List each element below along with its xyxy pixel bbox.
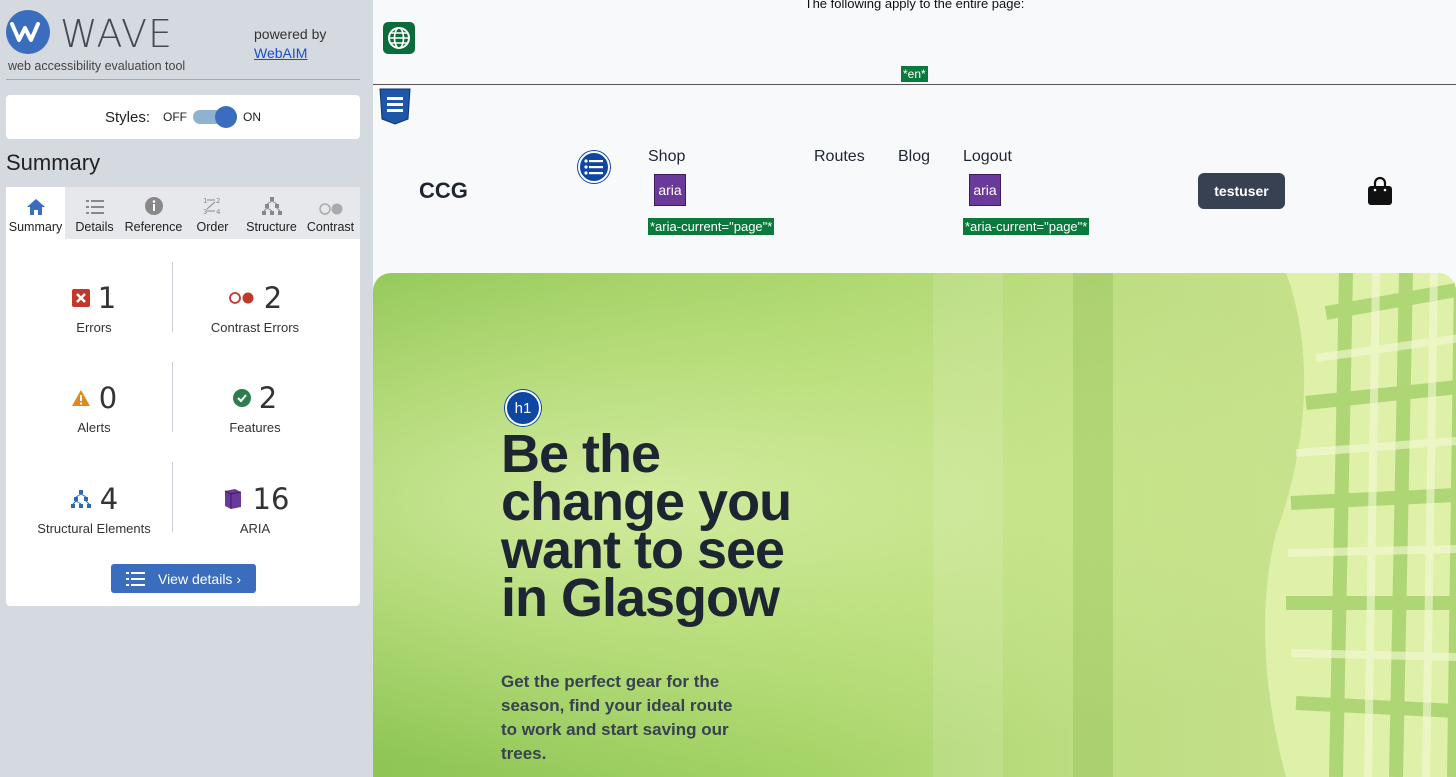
aria-cube-icon [224, 489, 241, 509]
list-icon [125, 571, 145, 586]
toggle-knob[interactable] [215, 106, 237, 128]
aria-badge-icon[interactable]: aria [654, 174, 686, 206]
styles-toggle[interactable] [193, 106, 237, 128]
features-stat[interactable]: 2 Features [172, 381, 338, 435]
contrast-errors-label: Contrast Errors [210, 320, 300, 335]
tab-label: Summary [8, 220, 63, 234]
aria-badge-icon[interactable]: aria [969, 174, 1001, 206]
features-count: 2 [258, 381, 278, 415]
list-icon [85, 200, 104, 214]
document-notice: The following apply to the entire page: [804, 0, 1025, 11]
alerts-label: Alerts [77, 420, 111, 435]
tab-label: Order [196, 220, 229, 234]
home-icon [26, 199, 45, 215]
errors-stat[interactable]: 1 Errors [11, 281, 177, 335]
tab-order[interactable]: 1 2 3 4 Order [183, 187, 242, 239]
view-details-button[interactable]: View details › [111, 564, 256, 593]
styles-off-label: OFF [163, 110, 187, 124]
svg-text:4: 4 [216, 208, 221, 216]
tab-structure[interactable]: Structure [242, 187, 301, 239]
order-icon: 1 2 3 4 [203, 197, 221, 216]
hero-background-shape [1073, 273, 1113, 777]
tab-label: Reference [124, 220, 183, 234]
divider [6, 79, 360, 80]
hero-subtitle: Get the perfect gear for the season, fin… [501, 672, 733, 763]
structure-icon [70, 490, 91, 508]
features-label: Features [229, 420, 281, 435]
alerts-count: 0 [98, 381, 118, 415]
contrast-error-icon [228, 292, 254, 304]
aria-current-tag: *aria-current="page"* [963, 218, 1090, 235]
aria-stat[interactable]: 16 ARIA [172, 482, 338, 536]
nav-shop[interactable]: Shop [648, 148, 685, 166]
summary-heading: Summary [6, 150, 101, 175]
styles-toggle-box: Styles: OFF ON [6, 95, 360, 139]
summary-card: 1 Errors 2 Contrast Errors 0 Alerts 2 Fe… [6, 239, 360, 606]
structural-label: Structural Elements [37, 521, 151, 536]
shopping-bag-icon[interactable] [1365, 176, 1395, 206]
site-brand[interactable]: CCG [419, 178, 468, 204]
hero-background-shape [933, 273, 1003, 777]
globe-icon[interactable] [383, 22, 415, 54]
hero-plaid-shirt-image [1265, 273, 1456, 777]
nav-routes[interactable]: Routes [814, 148, 865, 166]
svg-text:1: 1 [203, 197, 207, 205]
h1-badge-icon[interactable]: h1 [505, 390, 541, 426]
wave-tagline: web accessibility evaluation tool [8, 59, 186, 73]
powered-by-text: powered by [254, 26, 327, 42]
aria-label: ARIA [239, 521, 271, 536]
tab-label: Details [75, 220, 114, 234]
aria-current-tag: *aria-current="page"* [648, 218, 775, 235]
wave-logo-text: WAVE [60, 12, 174, 56]
structure-icon [261, 197, 282, 215]
tab-summary[interactable]: Summary [6, 187, 65, 239]
alerts-stat[interactable]: 0 Alerts [11, 381, 177, 435]
alert-icon [71, 390, 90, 406]
tab-label: Structure [246, 220, 297, 234]
tab-details[interactable]: Details [65, 187, 124, 239]
css-icon[interactable] [378, 88, 412, 125]
user-button[interactable]: testuser [1198, 173, 1285, 209]
feature-check-icon [232, 389, 251, 407]
errors-count: 1 [97, 281, 117, 315]
structural-count: 4 [99, 482, 119, 516]
wave-logo-icon [6, 10, 50, 54]
wave-sidebar: WAVE web accessibility evaluation tool p… [0, 0, 373, 777]
svg-text:2: 2 [216, 197, 220, 205]
tab-reference[interactable]: Reference [124, 187, 183, 239]
wave-tabs: Summary Details Reference 1 2 3 4 Order Str… [6, 187, 360, 239]
error-icon [71, 289, 90, 307]
divider [373, 84, 1456, 85]
list-icon[interactable] [578, 151, 610, 183]
contrast-errors-count: 2 [263, 281, 283, 315]
errors-label: Errors [76, 320, 112, 335]
hero-heading: Be the change you want to see in Glasgow [501, 424, 792, 628]
webaim-link[interactable]: WebAIM [254, 45, 307, 61]
view-details-label: View details › [157, 570, 241, 587]
nav-blog[interactable]: Blog [898, 148, 930, 166]
styles-label: Styles: [104, 108, 150, 126]
svg-text:3: 3 [203, 208, 207, 216]
evaluated-page: The following apply to the entire page: … [373, 0, 1456, 777]
contrast-errors-stat[interactable]: 2 Contrast Errors [172, 281, 338, 335]
lang-tag: *en* [901, 66, 928, 82]
contrast-icon [318, 203, 342, 215]
structural-elements-stat[interactable]: 4 Structural Elements [11, 482, 177, 536]
info-icon [144, 197, 163, 215]
aria-count: 16 [252, 482, 290, 516]
nav-logout[interactable]: Logout [963, 148, 1012, 166]
styles-on-label: ON [243, 110, 261, 124]
tab-label: Contrast [306, 220, 355, 234]
tab-contrast[interactable]: Contrast [301, 187, 360, 239]
